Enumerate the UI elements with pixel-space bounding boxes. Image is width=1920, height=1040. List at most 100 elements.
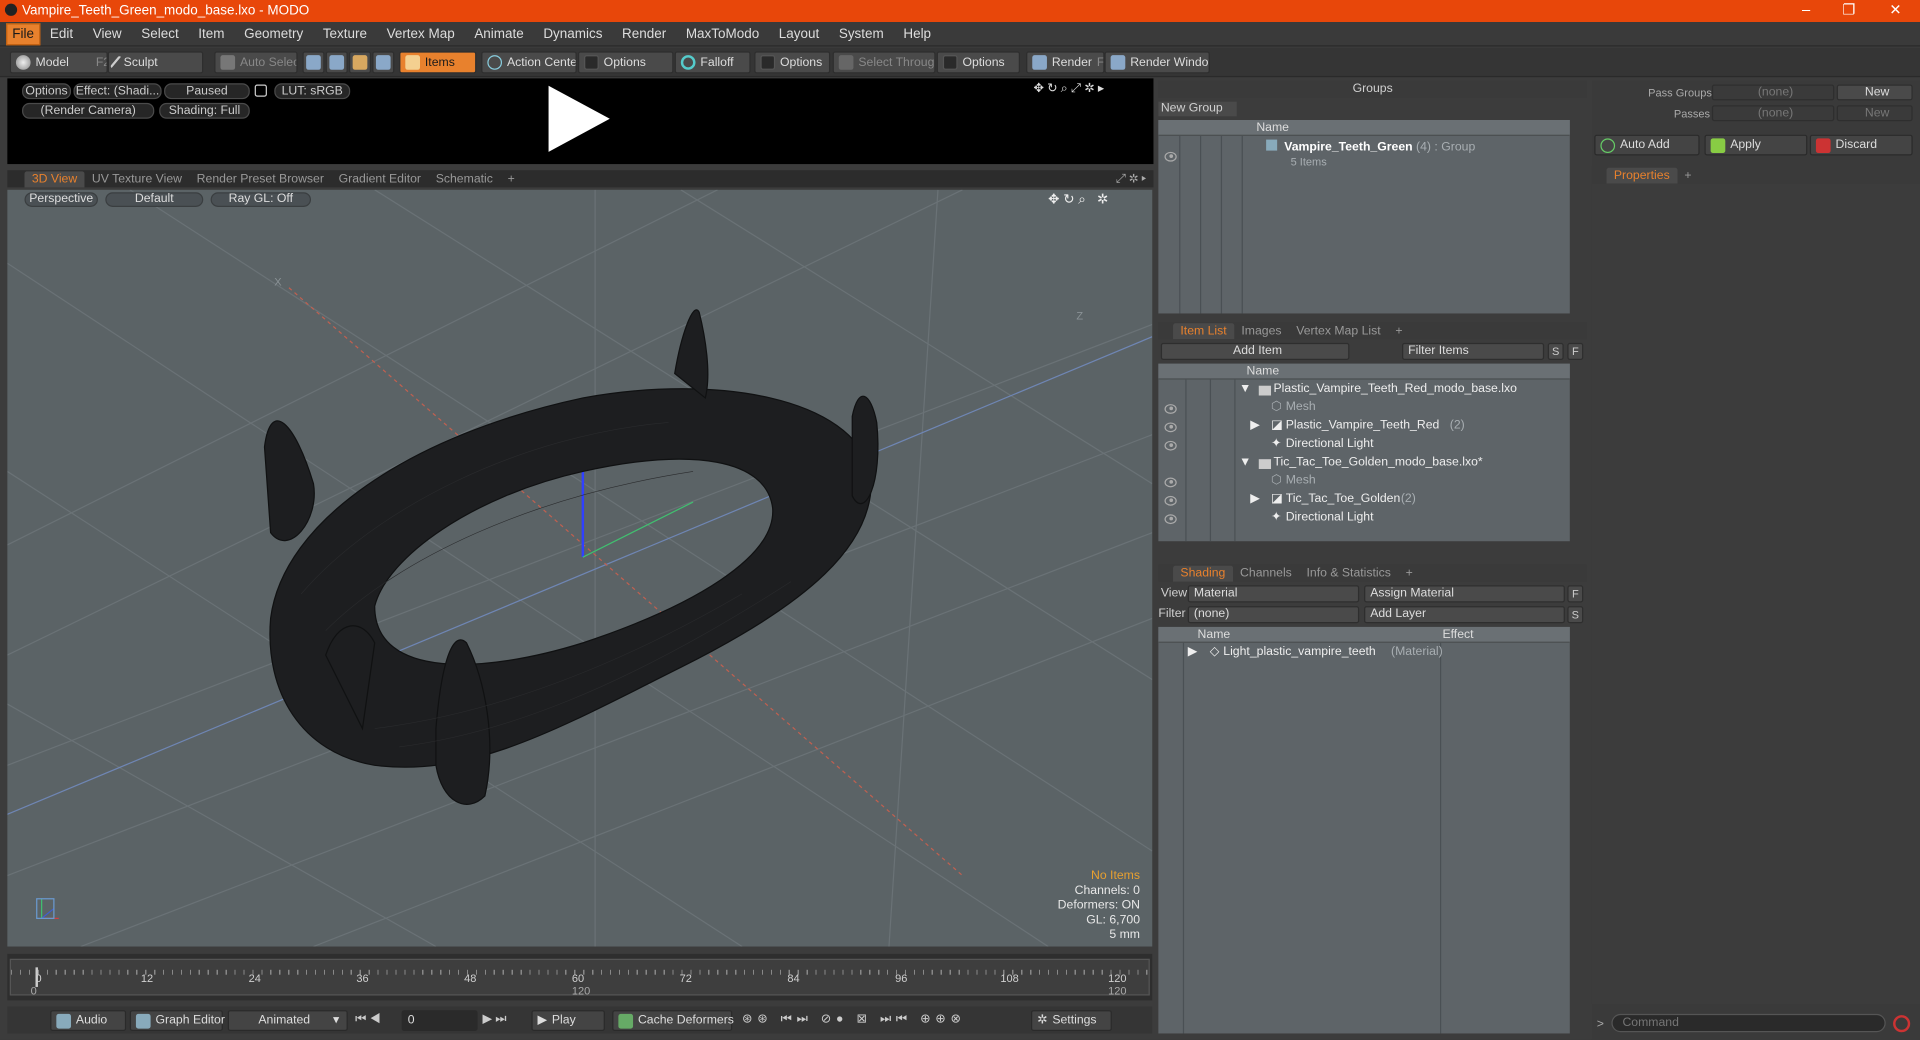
step-forward-icons[interactable]: ▶ ⏭ [482, 1013, 506, 1026]
new-group-button[interactable]: New Group [1158, 101, 1237, 117]
action-center-button[interactable]: Action Center [481, 51, 577, 74]
edges-mode-button[interactable] [325, 51, 348, 74]
list-item[interactable]: ▶ ◪ Plastic_Vampire_Teeth_Red (2) [1158, 419, 1569, 436]
visibility-icon[interactable] [1164, 477, 1177, 488]
menu-render[interactable]: Render [612, 23, 676, 45]
shading-dropdown[interactable]: Shading: Full [159, 102, 250, 119]
apply-button[interactable]: Apply [1704, 134, 1808, 156]
view-dropdown[interactable]: Material [1187, 585, 1360, 603]
tab-render-preset-browser[interactable]: Render Preset Browser [189, 171, 331, 187]
new-pass-button[interactable]: New [1836, 105, 1913, 122]
itemlist-s-button[interactable]: S [1547, 342, 1564, 361]
lut-dropdown[interactable]: LUT: sRGB [274, 83, 351, 100]
minimize-button[interactable]: – [1788, 1, 1825, 18]
sculpt-mode-button[interactable]: Sculpt [107, 51, 204, 74]
add-tab-icon[interactable]: + [1398, 565, 1420, 581]
frame-input[interactable]: 0 [401, 1010, 478, 1032]
menu-system[interactable]: System [829, 23, 894, 45]
list-item[interactable]: ⬡ Mesh [1158, 400, 1569, 417]
list-item[interactable]: ▶ ◪ Tic_Tac_Toe_Golden (2) [1158, 492, 1569, 509]
camera-dropdown[interactable]: (Render Camera) [22, 102, 155, 119]
render-window-button[interactable]: Render Window [1104, 51, 1210, 74]
play-button[interactable]: ▶ Play [531, 1010, 605, 1032]
menu-edit[interactable]: Edit [40, 23, 83, 45]
timeline-ruler[interactable]: 0 12 24 36 48 60 72 84 96 108 120 0 120 … [9, 958, 1150, 997]
list-item[interactable]: ▼ Tic_Tac_Toe_Golden_modo_base.lxo* [1158, 456, 1569, 473]
visibility-icon[interactable] [1164, 514, 1177, 525]
visibility-icon[interactable] [1164, 440, 1177, 451]
settings-button[interactable]: ✲ Settings [1031, 1010, 1112, 1032]
select-through-options-button[interactable]: Options [936, 51, 1021, 74]
tab-item-list[interactable]: Item List [1173, 322, 1235, 339]
perspective-dropdown[interactable]: Perspective [24, 192, 98, 207]
falloff-button[interactable]: Falloff [674, 51, 751, 74]
close-button[interactable]: ✕ [1877, 1, 1914, 18]
record-macro-icon[interactable] [1893, 1015, 1911, 1033]
maximize-button[interactable]: ❐ [1831, 1, 1868, 18]
menu-item[interactable]: Item [188, 23, 234, 45]
viewport-nav-icons[interactable]: ✥ ↻ ⌕ ✲ [1048, 191, 1108, 208]
key-tools-icons[interactable]: ⊛⊛ ⏮⏭ ⊘● ⊠ ⏭⏮ ⊕⊕⊗ [742, 1013, 966, 1026]
add-layer-dropdown[interactable]: Add Layer [1364, 606, 1565, 624]
3d-viewport[interactable]: Perspective Default Ray GL: Off ✥ ↻ ⌕ ✲ … [7, 189, 1153, 947]
tab-vertex-map-list[interactable]: Vertex Map List [1289, 323, 1388, 339]
menu-vertex-map[interactable]: Vertex Map [377, 23, 465, 45]
visibility-icon[interactable] [1164, 495, 1177, 506]
tab-uv-texture-view[interactable]: UV Texture View [85, 171, 190, 187]
falloff-options-button[interactable]: Options [754, 51, 831, 74]
timeline[interactable]: 0 12 24 36 48 60 72 84 96 108 120 0 120 … [7, 953, 1153, 1001]
polygons-mode-button[interactable] [348, 51, 372, 74]
tab-schematic[interactable]: Schematic [428, 171, 500, 187]
menu-file[interactable]: File [6, 22, 41, 45]
select-through-button[interactable]: Select Through [832, 51, 936, 74]
items-mode-button[interactable]: Items [399, 51, 477, 74]
list-item[interactable]: ✦ Directional Light [1158, 511, 1569, 528]
visibility-icon[interactable] [1164, 422, 1177, 433]
skip-back-icons[interactable]: ⏮ ◀ [355, 1013, 380, 1026]
menu-layout[interactable]: Layout [769, 23, 829, 45]
list-item[interactable]: ⬡ Mesh [1158, 474, 1569, 491]
auto-select-button[interactable]: Auto Select [214, 51, 298, 74]
lock-icon[interactable] [254, 84, 267, 97]
command-input[interactable] [1611, 1013, 1886, 1033]
vertices-mode-button[interactable] [302, 51, 325, 74]
visibility-icon[interactable] [1164, 404, 1177, 414]
add-tab-icon[interactable]: + [1388, 323, 1410, 339]
preview-nav-icons[interactable]: ✥ ↻ ⌕ ⤢ ✲ ▸ [1033, 82, 1104, 95]
add-item-dropdown[interactable]: Add Item [1160, 342, 1350, 361]
raygl-dropdown[interactable]: Ray GL: Off [210, 192, 312, 207]
filter-dropdown[interactable]: (none) [1187, 606, 1360, 624]
tab-images[interactable]: Images [1234, 323, 1289, 339]
new-pass-group-button[interactable]: New [1836, 84, 1913, 101]
audio-button[interactable]: Audio [50, 1010, 127, 1032]
preview-paused-button[interactable]: Paused [164, 83, 250, 100]
filter-items-input[interactable]: Filter Items [1402, 342, 1545, 361]
render-button[interactable]: Render F9 [1026, 51, 1105, 74]
materials-mode-button[interactable] [372, 51, 395, 74]
menu-view[interactable]: View [83, 23, 132, 45]
graph-editor-button[interactable]: Graph Editor [129, 1010, 225, 1032]
add-tab-icon[interactable]: + [1677, 167, 1699, 183]
passes-dropdown[interactable]: (none) [1711, 105, 1835, 122]
menu-geometry[interactable]: Geometry [234, 23, 313, 45]
menu-dynamics[interactable]: Dynamics [534, 23, 613, 45]
menu-maxtomodo[interactable]: MaxToModo [676, 23, 769, 45]
menu-texture[interactable]: Texture [313, 23, 377, 45]
group-visibility-icon[interactable] [1164, 151, 1177, 162]
tab-settings-icons[interactable]: ⤢ ✲ ▸ [1116, 172, 1146, 185]
animated-dropdown[interactable]: Animated ▾ [227, 1010, 348, 1032]
itemlist-f-button[interactable]: F [1567, 342, 1584, 361]
cache-deformers-button[interactable]: Cache Deformers [612, 1010, 734, 1032]
menu-animate[interactable]: Animate [465, 23, 534, 45]
discard-button[interactable]: Discard [1809, 134, 1913, 156]
preview-options-button[interactable]: Options [22, 83, 72, 100]
tab-shading[interactable]: Shading [1173, 565, 1233, 582]
assign-material-dropdown[interactable]: Assign Material [1364, 585, 1565, 603]
preview-effect-dropdown[interactable]: Effect: (Shadi... [73, 83, 162, 100]
action-center-options-button[interactable]: Options [577, 51, 674, 74]
model-mode-button[interactable]: Model F2 [9, 51, 108, 74]
add-tab-icon[interactable]: + [500, 171, 522, 187]
default-dropdown[interactable]: Default [105, 192, 204, 207]
material-row[interactable]: ▶ ◇ Light_plastic_vampire_teeth (Material… [1158, 645, 1569, 662]
tab-3d-view[interactable]: 3D View [24, 170, 85, 187]
